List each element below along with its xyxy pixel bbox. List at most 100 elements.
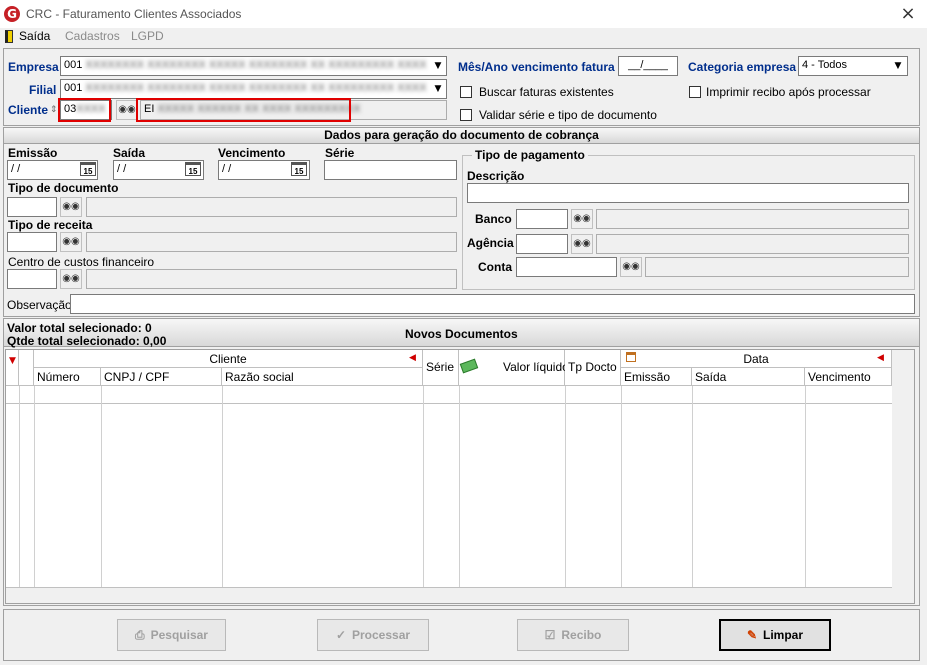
centro-custos-binoculars-icon[interactable]: ◉◉ [60, 269, 82, 289]
col-emissao[interactable]: Emissão [621, 368, 692, 386]
tipo-doc-code-input[interactable] [7, 197, 57, 217]
buscar-label: Buscar faturas existentes [479, 85, 614, 99]
tipo-receita-code-input[interactable] [7, 232, 57, 252]
limpar-button[interactable]: ✎ Limpar [719, 619, 831, 651]
col-numero[interactable]: Número [34, 368, 101, 386]
grid-divider [565, 386, 566, 602]
filial-name: XXXXXXXX XXXXXXXX XXXXX XXXXXXXX XX XXXX… [85, 82, 427, 94]
col-vencimento[interactable]: Vencimento [805, 368, 892, 386]
sort-arrow-icon: ⇕ [50, 104, 58, 114]
grid-indicator-header[interactable]: ▼ [6, 350, 19, 386]
saida-label: Saída [113, 146, 146, 160]
conta-input[interactable] [516, 257, 617, 277]
banco-binoculars-icon[interactable]: ◉◉ [571, 209, 593, 229]
banco-label: Banco [475, 212, 512, 226]
saida-calendar-icon[interactable]: 15 [185, 162, 201, 176]
grid-divider [222, 386, 223, 602]
tipo-doc-label: Tipo de documento [8, 181, 119, 195]
filial-code: 001 [64, 82, 83, 94]
col-razao[interactable]: Razão social [222, 368, 423, 386]
buscar-checkbox[interactable] [460, 86, 472, 98]
banco-code-input[interactable] [516, 209, 568, 229]
checkbox-icon: ☑ [544, 628, 556, 642]
cliente-code-highlight [58, 98, 111, 122]
menu-item-lgpd[interactable]: LGPD [131, 29, 164, 43]
vencimento-calendar-icon[interactable]: 15 [291, 162, 307, 176]
mes-ano-label: Mês/Ano vencimento fatura [458, 60, 615, 74]
validar-label: Validar série e tipo de documento [479, 108, 657, 122]
empresa-dropdown-icon[interactable]: ▼ [430, 57, 446, 75]
app-logo-icon: G [4, 6, 20, 22]
grid-scroll-gutter [892, 350, 914, 603]
emissao-calendar-icon[interactable]: 15 [80, 162, 96, 176]
descricao-input[interactable] [467, 183, 909, 203]
centro-custos-code-input[interactable] [7, 269, 57, 289]
vencimento-label: Vencimento [218, 146, 286, 160]
conta-label: Conta [478, 260, 512, 274]
close-icon[interactable]: × [898, 4, 918, 24]
data-group-header[interactable]: Data [621, 350, 892, 368]
categoria-dropdown-icon[interactable]: ▼ [890, 57, 906, 75]
mes-ano-input[interactable]: __/____ [618, 56, 678, 76]
grid-divider [621, 386, 622, 602]
col-serie[interactable]: Série [423, 350, 459, 386]
menu-item-cadastros[interactable]: Cadastros [65, 29, 120, 43]
data-group-label: Data [743, 352, 769, 366]
sort-down-icon: ▼ [9, 356, 16, 366]
grid-divider [692, 386, 693, 602]
qtde-total-text: Qtde total selecionado: 0,00 [7, 334, 167, 348]
menu-item-saida[interactable]: Saída [19, 29, 50, 43]
empresa-code: 001 [64, 59, 83, 71]
grid-divider [19, 386, 20, 602]
cliente-group-header[interactable]: Cliente [34, 350, 423, 368]
col-tp-docto[interactable]: Tp Docto [565, 350, 621, 386]
grid-divider [101, 386, 102, 602]
valor-total-text: Valor total selecionado: 0 [7, 321, 152, 335]
pagamento-group-title: Tipo de pagamento [472, 148, 588, 162]
pesquisar-label: Pesquisar [150, 628, 208, 642]
tipo-doc-binoculars-icon[interactable]: ◉◉ [60, 197, 82, 217]
grid-divider [423, 386, 424, 602]
cliente-search-binoculars-icon[interactable]: ◉◉ [116, 100, 138, 120]
check-icon: ✓ [335, 628, 346, 642]
filial-dropdown-icon[interactable]: ▼ [430, 80, 446, 98]
observacao-label: Observação [7, 298, 72, 312]
centro-custos-label: Centro de custos financeiro [8, 255, 155, 269]
centro-custos-description [86, 269, 457, 289]
calendar-icon [626, 352, 636, 362]
cliente-label: Cliente [8, 103, 49, 117]
emissao-label: Emissão [8, 146, 58, 160]
cliente-name-highlight [136, 98, 351, 122]
banco-description [596, 209, 909, 229]
conta-binoculars-icon[interactable]: ◉◉ [620, 257, 642, 277]
agencia-code-input[interactable] [516, 234, 568, 254]
grid-footer-row [6, 587, 892, 603]
cliente-group-label: Cliente [209, 352, 247, 366]
recibo-button[interactable]: ☑ Recibo [517, 619, 629, 651]
col-saida[interactable]: Saída [692, 368, 805, 386]
exit-door-icon [5, 30, 13, 43]
tipo-receita-binoculars-icon[interactable]: ◉◉ [60, 232, 82, 252]
serie-input[interactable] [324, 160, 457, 180]
pesquisar-button[interactable]: ⎙ Pesquisar [117, 619, 226, 651]
agencia-binoculars-icon[interactable]: ◉◉ [571, 234, 593, 254]
tipo-receita-description [86, 232, 457, 252]
imprimir-checkbox[interactable] [689, 86, 701, 98]
grid-select-header[interactable] [19, 350, 34, 386]
filial-select[interactable]: 001 XXXXXXXX XXXXXXXX XXXXX XXXXXXXX XX … [60, 79, 447, 99]
col-valor: Valor líquido [503, 360, 569, 374]
processar-label: Processar [352, 628, 411, 642]
validar-checkbox[interactable] [460, 109, 472, 121]
categoria-label: Categoria empresa [688, 60, 797, 74]
cliente-collapse-icon[interactable]: ◀ [409, 353, 416, 363]
table-row[interactable] [6, 386, 892, 404]
col-cnpj[interactable]: CNPJ / CPF [101, 368, 222, 386]
processar-button[interactable]: ✓ Processar [317, 619, 429, 651]
recibo-label: Recibo [561, 628, 602, 642]
conta-description [645, 257, 909, 277]
limpar-label: Limpar [763, 628, 804, 642]
empresa-select[interactable]: 001 XXXXXXXX XXXXXXXX XXXXX XXXXXXXX XX … [60, 56, 447, 76]
data-collapse-icon[interactable]: ◀ [877, 353, 884, 363]
filial-label: Filial [29, 83, 57, 97]
observacao-input[interactable] [70, 294, 915, 314]
